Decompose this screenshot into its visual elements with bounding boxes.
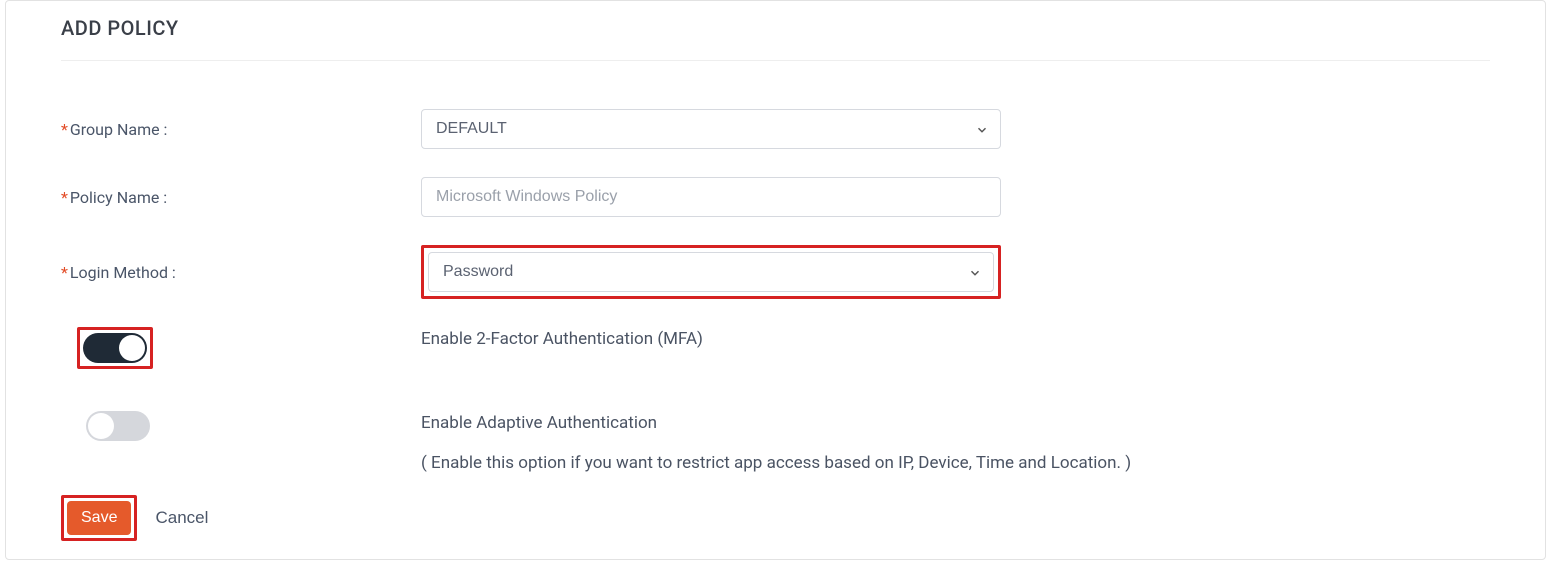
row-policy-name: * Policy Name :	[61, 177, 1490, 217]
policy-name-input[interactable]	[421, 177, 1001, 217]
cancel-button[interactable]: Cancel	[155, 508, 208, 528]
toggle-knob	[119, 335, 145, 361]
highlight-mfa-toggle	[77, 327, 153, 369]
login-method-select[interactable]	[428, 252, 994, 292]
highlight-login-method	[421, 245, 1001, 299]
group-name-select-wrap	[421, 109, 1001, 149]
mfa-label: Enable 2-Factor Authentication (MFA)	[421, 329, 1490, 349]
row-group-name: * Group Name :	[61, 109, 1490, 149]
highlight-save-button: Save	[61, 495, 137, 541]
required-asterisk: *	[61, 188, 68, 207]
required-asterisk: *	[61, 263, 68, 282]
add-policy-panel: ADD POLICY * Group Name : * Policy Name …	[5, 0, 1546, 560]
row-adaptive: Enable Adaptive Authentication ( Enable …	[61, 411, 1490, 473]
row-mfa: Enable 2-Factor Authentication (MFA)	[61, 327, 1490, 369]
adaptive-hint: ( Enable this option if you want to rest…	[421, 453, 1490, 473]
label-login-method: * Login Method :	[61, 263, 421, 282]
label-policy-name: * Policy Name :	[61, 188, 421, 207]
label-text-group-name: Group Name :	[70, 120, 168, 139]
row-login-method: * Login Method :	[61, 245, 1490, 299]
mfa-toggle[interactable]	[83, 333, 147, 363]
adaptive-label: Enable Adaptive Authentication	[421, 413, 1490, 433]
policy-name-input-wrap	[421, 177, 1001, 217]
save-button[interactable]: Save	[67, 501, 131, 535]
page-title: ADD POLICY	[61, 16, 1490, 61]
label-text-login-method: Login Method :	[70, 263, 176, 282]
form-actions: Save Cancel	[61, 495, 208, 541]
toggle-knob	[88, 413, 114, 439]
adaptive-toggle[interactable]	[86, 411, 150, 441]
required-asterisk: *	[61, 120, 68, 139]
login-method-select-wrap	[428, 252, 994, 292]
label-text-policy-name: Policy Name :	[70, 188, 167, 207]
group-name-select[interactable]	[421, 109, 1001, 149]
label-group-name: * Group Name :	[61, 120, 421, 139]
